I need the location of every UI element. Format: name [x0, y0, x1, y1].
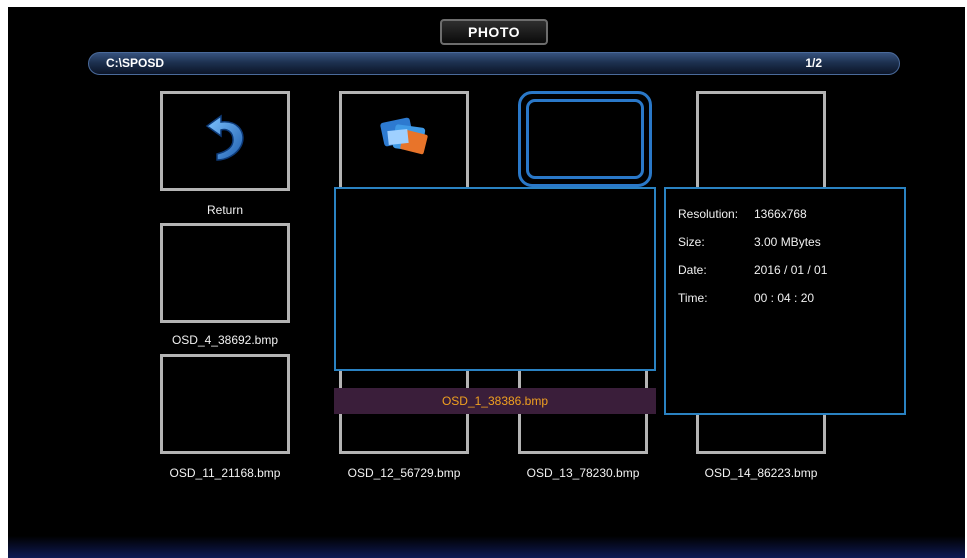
path-bar: C:\SPOSD 1/2	[88, 52, 900, 75]
preview-panel	[334, 187, 656, 371]
date-value: 2016 / 01 / 01	[754, 263, 828, 277]
page-indicator: 1/2	[805, 56, 822, 70]
folder-tile[interactable]	[339, 91, 469, 191]
thumbnail-tile-osd-4[interactable]	[160, 223, 290, 323]
thumbnail-tile-osd-11[interactable]	[160, 354, 290, 454]
photo-browser-screen: PHOTO C:\SPOSD 1/2 Return OSD_4_38692.bm…	[8, 7, 965, 558]
size-value: 3.00 MBytes	[754, 235, 821, 249]
return-label: Return	[206, 203, 244, 217]
file-label-osd-12: OSD_12_56729.bmp	[347, 466, 461, 480]
screen-title: PHOTO	[440, 19, 548, 45]
date-label: Date:	[678, 263, 707, 277]
selected-filename: OSD_1_38386.bmp	[334, 388, 656, 414]
selected-thumbnail-frame[interactable]	[518, 91, 652, 187]
resolution-label: Resolution:	[678, 207, 739, 221]
info-row-date: Date: 2016 / 01 / 01	[678, 263, 827, 277]
file-label-osd-13: OSD_13_78230.bmp	[526, 466, 640, 480]
file-label-osd-11: OSD_11_21168.bmp	[169, 466, 281, 480]
thumbnail-tile[interactable]	[696, 91, 826, 191]
info-row-time: Time: 00 : 04 : 20	[678, 291, 814, 305]
file-label-osd-4: OSD_4_38692.bmp	[171, 333, 279, 347]
folder-photos-icon	[380, 117, 428, 155]
selected-thumbnail-inner	[526, 99, 644, 179]
info-row-resolution: Resolution: 1366x768	[678, 207, 807, 221]
info-row-size: Size: 3.00 MBytes	[678, 235, 821, 249]
file-label-osd-14: OSD_14_86223.bmp	[704, 466, 818, 480]
time-value: 00 : 04 : 20	[754, 291, 815, 305]
time-label: Time:	[678, 291, 708, 305]
file-info-panel: Resolution: 1366x768 Size: 3.00 MBytes Dat…	[664, 187, 906, 415]
return-tile[interactable]	[160, 91, 290, 191]
bottom-glow	[8, 536, 965, 558]
resolution-value: 1366x768	[754, 207, 807, 221]
current-path: C:\SPOSD	[106, 56, 165, 70]
size-label: Size:	[678, 235, 705, 249]
return-arrow-icon	[205, 114, 244, 161]
